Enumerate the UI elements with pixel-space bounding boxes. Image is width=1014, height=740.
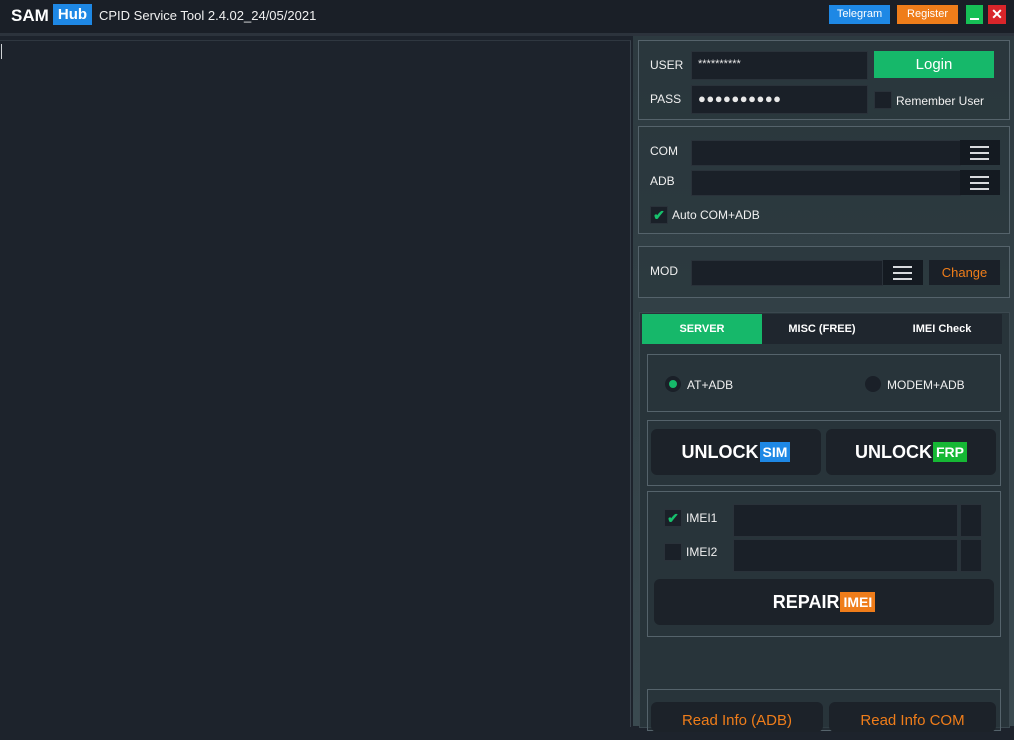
hamburger-icon-line — [970, 152, 989, 154]
frp-tag: FRP — [933, 442, 967, 462]
com-port-select[interactable] — [691, 140, 961, 166]
hamburger-icon-line — [970, 158, 989, 160]
remember-user-label: Remember User — [896, 94, 985, 108]
user-field[interactable]: ********** — [691, 51, 868, 80]
hamburger-icon-line — [970, 182, 989, 184]
imei1-checkbox[interactable]: ✔ — [664, 509, 682, 527]
login-button[interactable]: Login — [874, 51, 994, 78]
unlock-frp-content: UNLOCK FRP — [826, 429, 996, 475]
register-button[interactable]: Register — [897, 5, 958, 24]
imei2-label: IMEI2 — [686, 545, 718, 559]
read-info-com-button[interactable]: Read Info COM — [829, 702, 996, 732]
imei2-extra-field[interactable] — [960, 539, 982, 572]
password-field[interactable]: ●●●●●●●●●● — [691, 85, 868, 114]
hamburger-icon-line — [893, 278, 912, 280]
log-output-area[interactable] — [0, 40, 631, 727]
hamburger-icon — [893, 266, 912, 268]
logo-sam-text: SAM — [11, 6, 49, 25]
password-value: ●●●●●●●●●● — [698, 91, 782, 106]
tab-server[interactable]: SERVER — [642, 314, 762, 344]
imei2-input[interactable] — [733, 539, 958, 572]
mod-label: MOD — [650, 264, 678, 278]
text-caret — [1, 44, 2, 59]
pass-label: PASS — [650, 92, 682, 106]
radio-modem-adb[interactable] — [865, 376, 881, 392]
repair-imei-content: REPAIR IMEI — [654, 579, 994, 625]
mod-select[interactable] — [691, 260, 883, 286]
imei2-checkbox[interactable] — [664, 543, 682, 561]
sim-tag: SIM — [759, 442, 791, 462]
adb-port-select[interactable] — [691, 170, 961, 196]
auto-com-adb-label: Auto COM+ADB — [672, 208, 760, 222]
unlock-frp-word: UNLOCK — [855, 441, 932, 462]
auto-com-adb-checkbox[interactable]: ✔ — [650, 206, 668, 224]
repair-imei-button[interactable]: REPAIR IMEI — [654, 579, 994, 625]
unlock-sim-word: UNLOCK — [681, 441, 759, 462]
user-label: USER — [650, 58, 684, 72]
unlock-frp-button[interactable]: UNLOCK FRP — [826, 429, 996, 475]
com-menu-button[interactable] — [960, 140, 1000, 165]
imei1-extra-field[interactable] — [960, 504, 982, 537]
hamburger-icon — [970, 146, 989, 148]
com-label: COM — [650, 144, 678, 158]
change-button[interactable]: Change — [929, 260, 1000, 285]
minimize-button[interactable] — [966, 5, 983, 24]
imei1-input[interactable] — [733, 504, 958, 537]
tab-imei-check[interactable]: IMEI Check — [882, 314, 1002, 344]
remember-user-checkbox[interactable] — [874, 91, 892, 109]
at-adb-label: AT+ADB — [687, 378, 734, 392]
close-button[interactable]: ✕ — [988, 5, 1006, 24]
imei1-label: IMEI1 — [686, 511, 718, 525]
imei-tag: IMEI — [840, 592, 876, 612]
adb-label: ADB — [650, 174, 675, 188]
modem-adb-label: MODEM+ADB — [887, 378, 965, 392]
radio-at-adb[interactable] — [665, 376, 681, 392]
tab-misc-free[interactable]: MISC (FREE) — [762, 314, 882, 344]
unlock-sim-content: UNLOCK SIM — [651, 429, 821, 475]
hamburger-icon-line — [970, 188, 989, 190]
window-title: CPID Service Tool 2.4.02_24/05/2021 — [99, 8, 317, 23]
hamburger-icon-line — [893, 272, 912, 274]
telegram-button[interactable]: Telegram — [829, 5, 890, 24]
mod-menu-button[interactable] — [883, 260, 923, 285]
read-info-adb-button[interactable]: Read Info (ADB) — [651, 702, 823, 732]
unlock-sim-button[interactable]: UNLOCK SIM — [651, 429, 821, 475]
adb-menu-button[interactable] — [960, 170, 1000, 195]
title-bar: SAM Hub CPID Service Tool 2.4.02_24/05/2… — [0, 0, 1014, 33]
logo-hub-badge: Hub — [53, 4, 92, 25]
hamburger-icon — [970, 176, 989, 178]
repair-word: REPAIR — [772, 591, 840, 612]
user-value: ********** — [698, 58, 741, 70]
